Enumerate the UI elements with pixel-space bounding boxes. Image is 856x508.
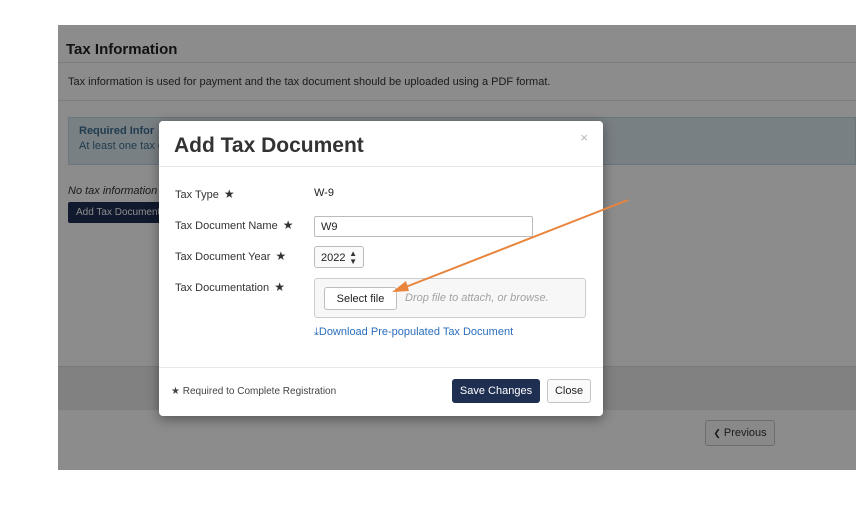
annotation-arrow-icon [392, 199, 629, 292]
